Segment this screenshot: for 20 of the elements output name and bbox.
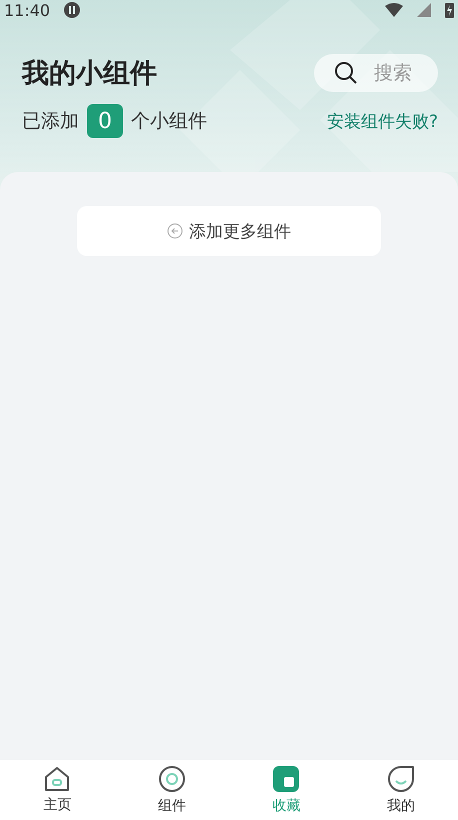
added-label: 已添加 <box>22 109 79 134</box>
battery-icon <box>445 2 454 18</box>
status-time: 11:40 <box>4 0 50 20</box>
widget-count: 0 <box>87 104 123 138</box>
wifi-icon <box>385 3 403 17</box>
arrow-circle-icon <box>167 223 183 239</box>
square-icon <box>272 765 300 793</box>
circle-icon <box>158 765 186 793</box>
home-icon <box>43 766 72 792</box>
nav-tab[interactable]: 主页 <box>0 760 114 820</box>
nav-tab[interactable]: 我的 <box>344 760 458 820</box>
signal-icon <box>417 3 431 17</box>
search-icon <box>334 61 358 85</box>
face-icon <box>386 765 415 793</box>
install-help-link[interactable]: 安装组件失败? <box>326 110 438 132</box>
added-suffix: 个小组件 <box>131 109 207 134</box>
search-input[interactable]: 搜索 <box>374 62 418 84</box>
nav-tab[interactable]: 组件 <box>114 760 229 820</box>
add-widgets-button[interactable]: 添加更多组件 <box>77 206 381 256</box>
page-title: 我的小组件 <box>22 57 157 91</box>
